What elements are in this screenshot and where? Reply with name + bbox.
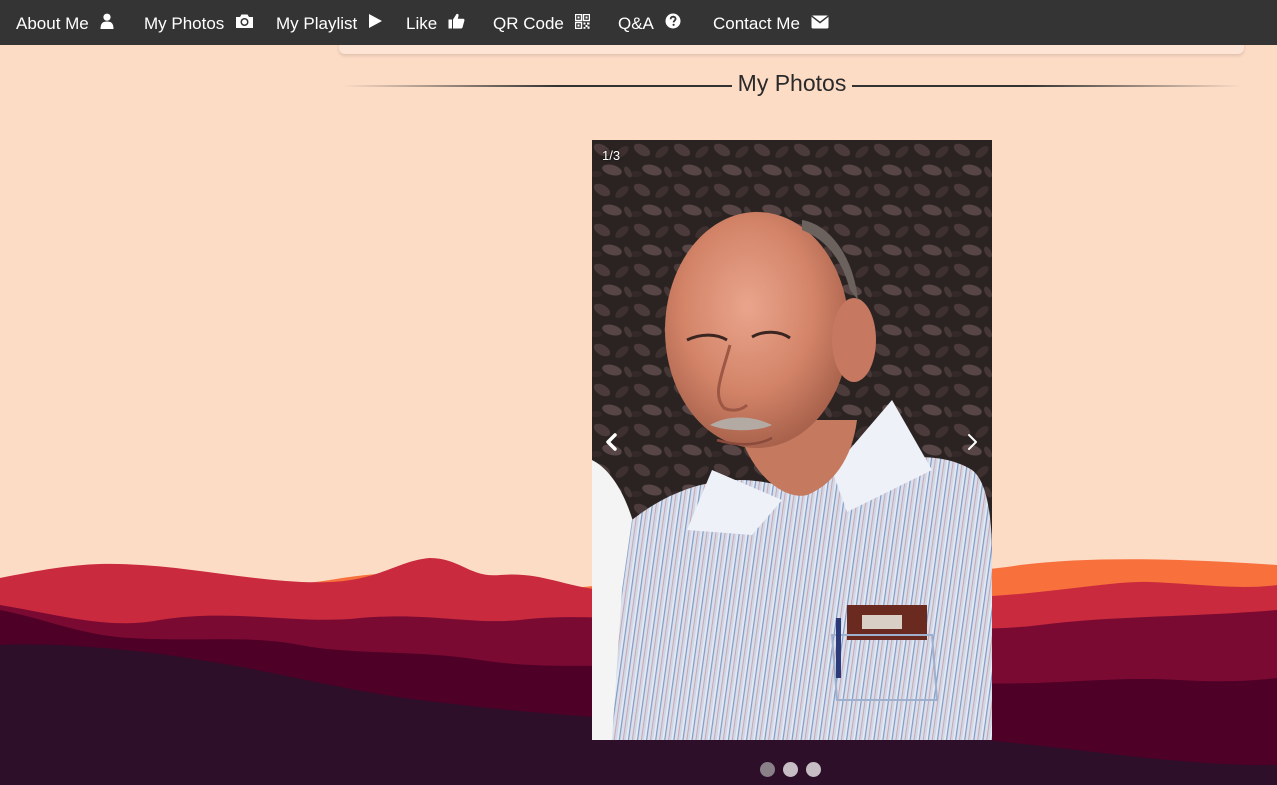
nav-qr-code[interactable]: QR Code (493, 0, 590, 45)
chevron-right-icon (968, 434, 977, 450)
chevron-left-icon (606, 433, 617, 451)
title-divider-left (342, 85, 732, 87)
section-title: My Photos (737, 70, 847, 96)
carousel-photo (592, 140, 992, 740)
nav-like[interactable]: Like (406, 0, 465, 45)
nav-qa-label: Q&A (618, 14, 654, 34)
nav-contact-me[interactable]: Contact Me (713, 0, 829, 45)
nav-about-me[interactable]: About Me (16, 0, 114, 45)
section-header: My Photos (342, 68, 1242, 104)
photo-carousel[interactable]: 1/3 (592, 140, 992, 740)
user-icon (100, 1, 114, 46)
nav-my-photos[interactable]: My Photos (144, 0, 254, 45)
carousel-dot-2[interactable] (783, 762, 798, 777)
nav-my-playlist[interactable]: My Playlist (276, 0, 383, 45)
nav-contact-me-label: Contact Me (713, 14, 800, 34)
carousel-dot-3[interactable] (806, 762, 821, 777)
nav-like-label: Like (406, 14, 438, 34)
title-divider-right (852, 85, 1242, 87)
nav-qa[interactable]: Q&A (618, 0, 681, 45)
envelope-icon (811, 1, 829, 46)
carousel-prev-button[interactable] (600, 430, 624, 454)
carousel-pagination (760, 762, 830, 778)
question-circle-icon (665, 1, 681, 46)
slide-counter: 1/3 (602, 148, 621, 163)
play-icon (368, 1, 383, 46)
thumbs-up-icon (448, 1, 465, 46)
qr-code-icon (574, 1, 590, 46)
nav-qr-code-label: QR Code (493, 14, 564, 34)
top-navbar: About Me My Photos My Playlist Like QR C… (0, 0, 1277, 45)
carousel-dot-1[interactable] (760, 762, 775, 777)
carousel-next-button[interactable] (960, 430, 984, 454)
nav-my-playlist-label: My Playlist (276, 14, 358, 34)
nav-my-photos-label: My Photos (144, 14, 225, 34)
nav-about-me-label: About Me (16, 14, 89, 34)
camera-icon (235, 1, 254, 46)
